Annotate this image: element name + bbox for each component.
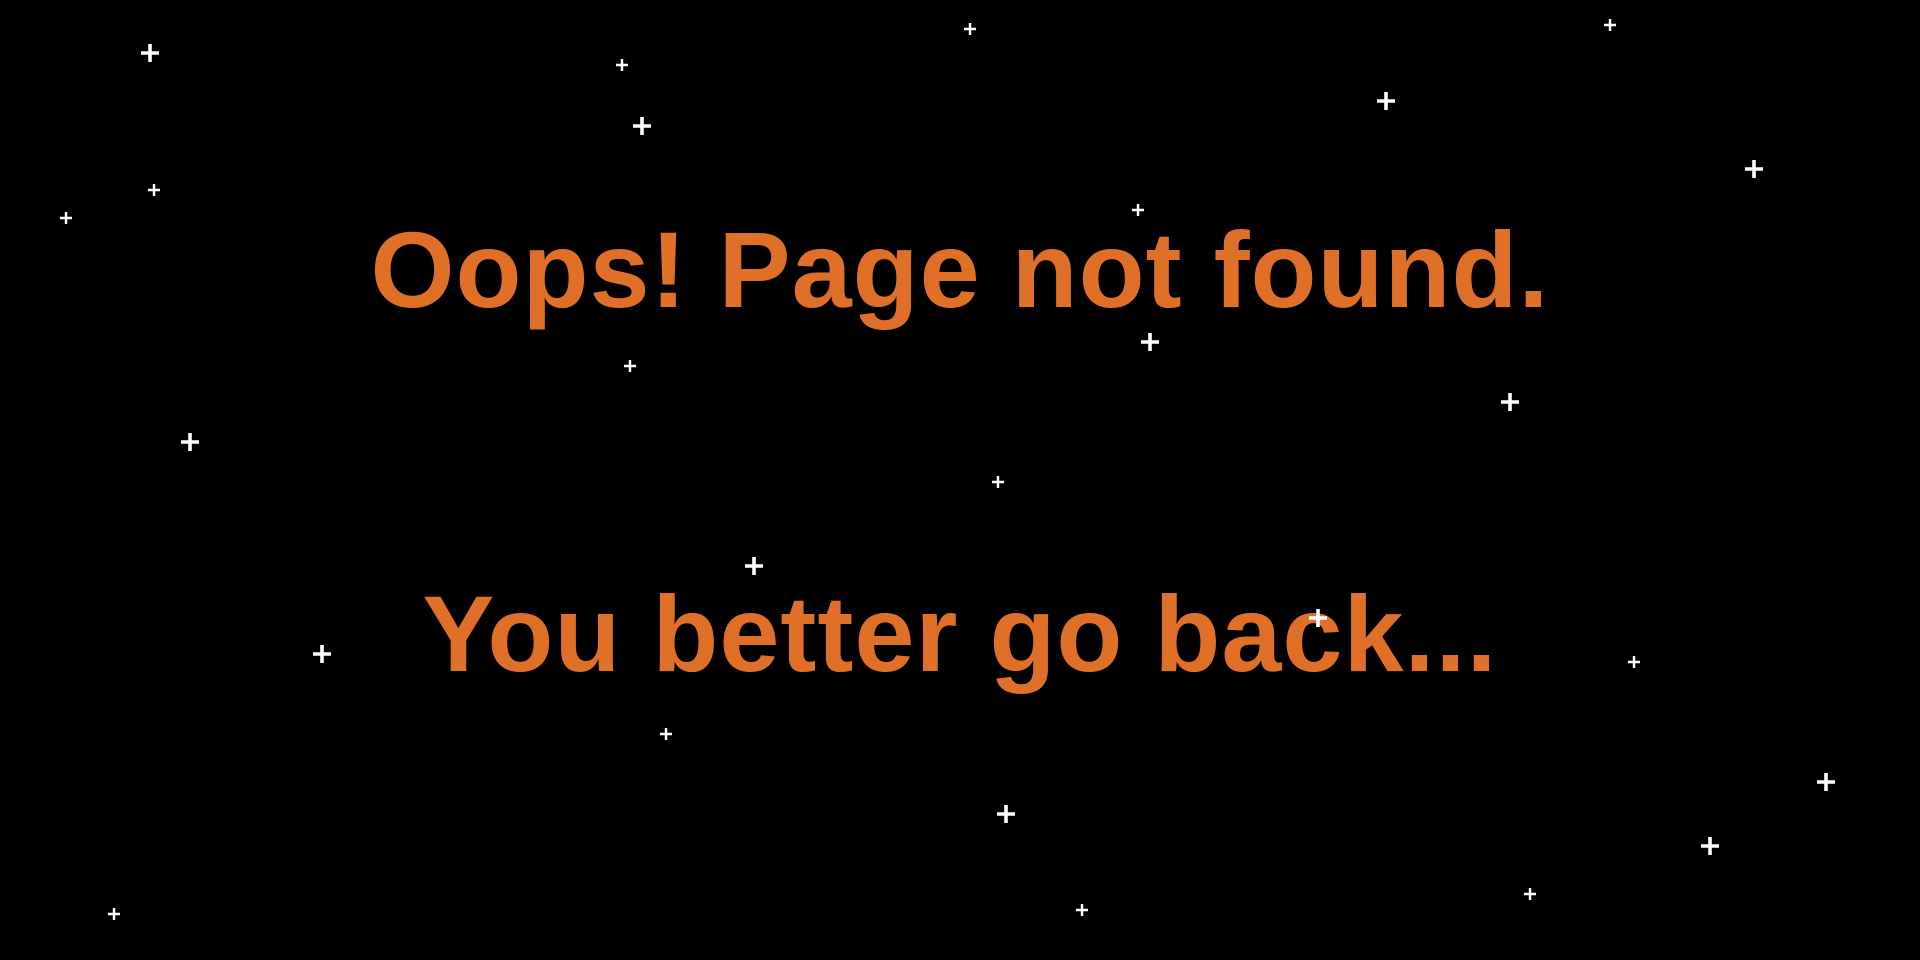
star-icon bbox=[1377, 92, 1395, 110]
error-subtitle: You better go back... bbox=[422, 573, 1498, 694]
star-icon bbox=[992, 476, 1004, 488]
star-icon bbox=[1501, 393, 1519, 411]
star-icon bbox=[633, 117, 651, 135]
star-icon bbox=[660, 728, 672, 740]
star-icon bbox=[1076, 904, 1088, 916]
star-icon bbox=[181, 433, 199, 451]
star-icon bbox=[1524, 888, 1536, 900]
star-icon bbox=[616, 59, 628, 71]
star-icon bbox=[148, 184, 160, 196]
star-icon bbox=[624, 360, 636, 372]
star-icon bbox=[141, 44, 159, 62]
error-title: Oops! Page not found. bbox=[370, 209, 1550, 330]
starfield-background: Oops! Page not found. You better go back… bbox=[0, 0, 1920, 960]
star-icon bbox=[1701, 837, 1719, 855]
star-icon bbox=[108, 908, 120, 920]
star-icon bbox=[1604, 19, 1616, 31]
star-icon bbox=[1745, 160, 1763, 178]
star-icon bbox=[964, 23, 976, 35]
star-icon bbox=[1817, 773, 1835, 791]
star-icon bbox=[1141, 333, 1159, 351]
star-icon bbox=[997, 805, 1015, 823]
